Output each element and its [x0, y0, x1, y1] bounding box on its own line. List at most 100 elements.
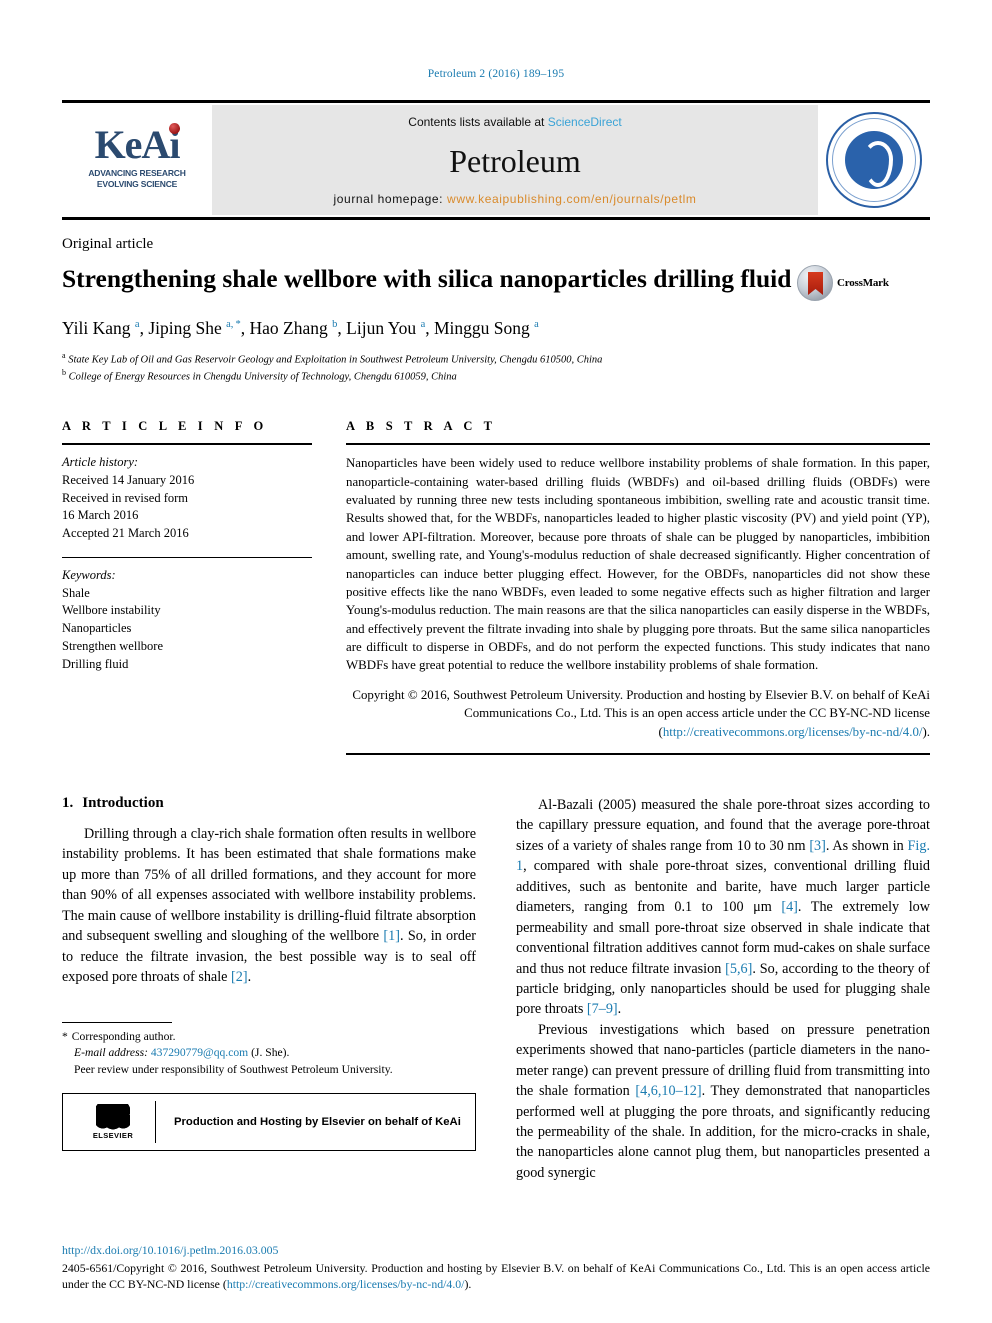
history-line-2: 16 March 2016: [62, 508, 139, 523]
production-hosting-text: Production and Hosting by Elsevier on be…: [174, 1115, 461, 1128]
abstract-copyright: Copyright © 2016, Southwest Petroleum Un…: [346, 686, 930, 741]
abstract-rule-bottom: [346, 753, 930, 756]
footer-license-link[interactable]: http://creativecommons.org/licenses/by-n…: [227, 1277, 465, 1291]
affiliation-a: a State Key Lab of Oil and Gas Reservoir…: [62, 350, 930, 368]
affiliation-mark-a: a: [62, 350, 66, 360]
keywords-block: Keywords: Shale Wellbore instability Nan…: [62, 567, 312, 674]
contents-prefix: Contents lists available at: [408, 115, 548, 129]
intro-paragraph-2: Al-Bazali (2005) measured the shale pore…: [516, 795, 930, 1020]
asterisk-icon: *: [62, 1029, 68, 1043]
article-history-label: Article history:: [62, 455, 139, 470]
keai-tagline-line2: EVOLVING SCIENCE: [96, 178, 178, 189]
crossmark-badge[interactable]: CrossMark: [797, 265, 889, 301]
cc-license-link[interactable]: http://creativecommons.org/licenses/by-n…: [663, 725, 923, 739]
abstract-text: Nanoparticles have been widely used to r…: [346, 456, 930, 673]
ref-link-7-9[interactable]: [7–9]: [587, 1001, 618, 1017]
elsevier-tree-icon: [96, 1103, 130, 1130]
page-title: Strengthening shale wellbore with silica…: [62, 264, 792, 293]
p2-t10: .: [617, 1001, 622, 1018]
corresponding-text: Corresponding author.: [71, 1029, 176, 1043]
body-column-right: Al-Bazali (2005) measured the shale pore…: [516, 795, 930, 1183]
keai-tagline-line1: ADVANCING RESEARCH: [88, 167, 186, 178]
contents-available-line: Contents lists available at ScienceDirec…: [408, 115, 621, 129]
section-title: Introduction: [82, 795, 164, 812]
footer-pre: 2405-6561/Copyright © 2016, Southwest Pe…: [62, 1260, 930, 1292]
journal-homepage-link[interactable]: www.keaipublishing.com/en/journals/petlm: [447, 192, 696, 206]
keai-logo-wordmark: KeAi: [94, 121, 181, 167]
ref-link-1[interactable]: [1]: [383, 928, 400, 944]
keai-logo-text: KeAi: [94, 121, 181, 167]
email-link[interactable]: 437290779@qq.com: [151, 1046, 248, 1059]
keyword-3: Strengthen wellbore: [62, 638, 164, 653]
running-head: Petroleum 2 (2016) 189–195: [427, 68, 565, 80]
abstract-heading: A B S T R A C T: [346, 419, 497, 434]
keyword-2: Nanoparticles: [62, 621, 132, 636]
article-info-column: A R T I C L E I N F O Article history: R…: [62, 419, 312, 755]
page-footer: http://dx.doi.org/10.1016/j.petlm.2016.0…: [62, 1243, 930, 1293]
keyword-1: Wellbore instability: [62, 603, 161, 618]
doi-link[interactable]: http://dx.doi.org/10.1016/j.petlm.2016.0…: [62, 1243, 930, 1258]
journal-masthead: KeAi ADVANCING RESEARCH EVOLVING SCIENCE…: [62, 105, 930, 215]
footnote-block: * Corresponding author. E-mail address: 4…: [62, 1021, 476, 1151]
homepage-prefix: journal homepage:: [333, 192, 448, 206]
seal-emblem-icon: [845, 131, 903, 189]
sciencedirect-link[interactable]: ScienceDirect: [548, 115, 622, 129]
article-page: Petroleum 2 (2016) 189–195 KeAi ADVANCIN…: [0, 0, 992, 1323]
masthead-bottom-rule: [62, 217, 930, 220]
crossmark-label: CrossMark: [837, 277, 889, 289]
article-history-block: Article history: Received 14 January 201…: [62, 454, 312, 543]
title-row: Strengthening shale wellbore with silica…: [62, 263, 930, 301]
intro-paragraph-1: Drilling through a clay-rich shale forma…: [62, 824, 476, 988]
section-heading-introduction: 1. Introduction: [62, 795, 476, 812]
seal-circle-icon: [826, 112, 922, 208]
email-line: E-mail address: 437290779@qq.com (J. She…: [74, 1045, 476, 1062]
masthead-center-panel: Contents lists available at ScienceDirec…: [212, 105, 818, 215]
body-column-left: 1. Introduction Drilling through a clay-r…: [62, 795, 476, 1183]
masthead-top-rule: [62, 100, 930, 103]
abstract-column: A B S T R A C T Nanoparticles have been …: [346, 419, 930, 756]
ref-link-4-6-10-12[interactable]: [4,6,10–12]: [635, 1083, 701, 1099]
author-list: Yili Kang a, Jiping She a, *, Hao Zhang …: [62, 318, 539, 338]
copyright-post: ).: [922, 724, 930, 739]
ref-link-5-6[interactable]: [5,6]: [725, 961, 752, 977]
article-type-label: Original article: [62, 236, 154, 252]
corresponding-author-note: * Corresponding author. E-mail address: 4…: [62, 1029, 476, 1079]
crossmark-icon: [797, 265, 833, 301]
body-columns: 1. Introduction Drilling through a clay-r…: [62, 795, 930, 1183]
keai-logo: KeAi ADVANCING RESEARCH EVOLVING SCIENCE: [62, 105, 212, 215]
info-abstract-section: A R T I C L E I N F O Article history: R…: [62, 419, 930, 756]
keywords-label: Keywords:: [62, 567, 116, 582]
footnote-rule: [62, 1021, 172, 1023]
ref-link-2[interactable]: [2]: [231, 969, 248, 985]
ref-link-3[interactable]: [3]: [809, 838, 826, 854]
corresponding-line: * Corresponding author.: [62, 1029, 476, 1046]
article-info-rule-top: [62, 443, 312, 446]
elsevier-wordmark: ELSEVIER: [92, 1130, 134, 1140]
affiliation-list: a State Key Lab of Oil and Gas Reservoir…: [62, 350, 930, 385]
affiliation-b: b College of Energy Resources in Chengdu…: [62, 367, 930, 385]
affiliation-text-a: State Key Lab of Oil and Gas Reservoir G…: [68, 354, 603, 366]
ref-link-4[interactable]: [4]: [781, 899, 798, 915]
p1-t4: .: [247, 969, 252, 986]
email-label: E-mail address:: [74, 1046, 151, 1060]
affiliation-mark-b: b: [62, 368, 66, 378]
history-line-1: Received in revised form: [62, 490, 188, 505]
keyword-0: Shale: [62, 585, 90, 600]
history-line-3: Accepted 21 March 2016: [62, 526, 189, 541]
keai-tagline: ADVANCING RESEARCH EVOLVING SCIENCE: [88, 167, 186, 189]
history-line-0: Received 14 January 2016: [62, 472, 195, 487]
peer-review-line: Peer review under responsibility of Sout…: [74, 1063, 393, 1077]
elsevier-logo: ELSEVIER: [71, 1100, 156, 1143]
p2-t2: . As shown in: [825, 837, 908, 854]
article-info-rule-mid: [62, 556, 312, 558]
p1-t0: Drilling through a clay-rich shale forma…: [62, 826, 476, 945]
journal-title: Petroleum: [449, 142, 581, 179]
footer-copyright: 2405-6561/Copyright © 2016, Southwest Pe…: [62, 1260, 930, 1293]
keyword-4: Drilling fluid: [62, 656, 129, 671]
intro-paragraph-3: Previous investigations which based on p…: [516, 1020, 930, 1184]
section-number: 1.: [62, 795, 74, 812]
university-seal: [818, 105, 930, 215]
email-suffix: (J. She).: [248, 1046, 290, 1060]
affiliation-text-b: College of Energy Resources in Chengdu U…: [68, 371, 457, 383]
journal-homepage-line: journal homepage: www.keaipublishing.com…: [334, 192, 697, 206]
